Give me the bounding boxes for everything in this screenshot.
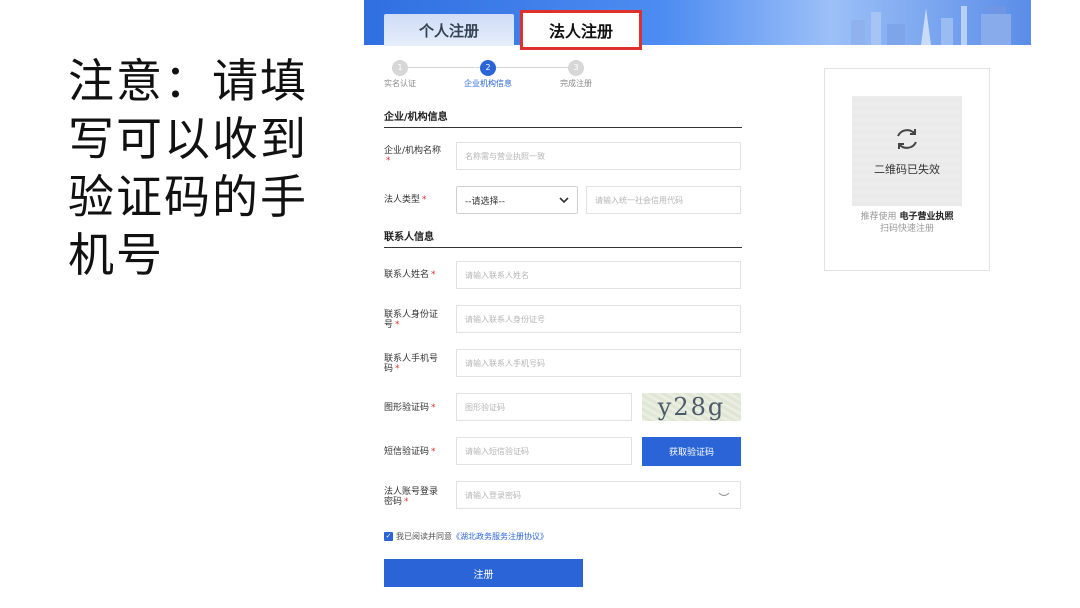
register-button[interactable]: 注册: [384, 559, 583, 587]
image-code-input[interactable]: 图形验证码: [456, 393, 632, 421]
step-label: 实名认证: [384, 79, 416, 88]
contact-id-input[interactable]: 请输入联系人身份证号: [456, 305, 741, 333]
contact-name-label: 联系人姓名 *: [384, 270, 436, 280]
eye-closed-icon[interactable]: [718, 492, 730, 498]
get-sms-code-button[interactable]: 获取验证码: [642, 437, 741, 466]
step-number: 3: [568, 60, 584, 76]
step-complete: 3 完成注册: [552, 60, 600, 89]
step-label: 完成注册: [560, 79, 592, 88]
refresh-icon[interactable]: [893, 125, 921, 153]
password-placeholder: 请输入登录密码: [465, 490, 521, 500]
contact-id-label: 联系人身份证号 *: [384, 310, 439, 330]
section-contact-info: 联系人信息: [384, 228, 742, 248]
sms-code-input[interactable]: 请输入短信验证码: [456, 437, 632, 465]
chevron-down-icon: [559, 196, 569, 203]
password-input[interactable]: 请输入登录密码: [456, 481, 741, 509]
legal-type-select[interactable]: --请选择--: [456, 186, 578, 214]
contact-name-input[interactable]: 请输入联系人姓名: [456, 261, 741, 289]
password-label: 法人账号登录密码 *: [384, 487, 439, 507]
step-number: 1: [392, 60, 408, 76]
agreement-text: 我已阅读并同意: [396, 532, 452, 541]
step-label: 企业机构信息: [464, 79, 512, 88]
legal-type-selected: --请选择--: [465, 196, 505, 207]
org-name-input[interactable]: 名称需与营业执照一致: [456, 142, 741, 170]
org-name-label: 企业/机构名称*: [384, 146, 442, 166]
step-org-info: 2 企业机构信息: [458, 60, 518, 89]
qr-expired-overlay[interactable]: 二维码已失效: [852, 96, 962, 206]
tab-personal-register[interactable]: 个人注册: [384, 14, 514, 46]
qr-status-text: 二维码已失效: [874, 163, 940, 176]
image-code-label: 图形验证码 *: [384, 403, 436, 413]
credit-code-input[interactable]: 请输入统一社会信用代码: [586, 186, 741, 214]
agreement-link[interactable]: 《湖北政务服务注册协议》: [452, 531, 548, 542]
agreement-checkbox[interactable]: ✓: [384, 532, 393, 541]
legal-type-label: 法人类型 *: [384, 195, 427, 205]
contact-phone-label: 联系人手机号码 *: [384, 354, 439, 374]
qr-caption-line2: 扫码快速注册: [879, 224, 934, 234]
step-real-name: 1 实名认证: [378, 60, 422, 89]
step-number: 2: [480, 60, 496, 76]
instruction-note: 注意：请填写可以收到验证码的手机号: [68, 54, 308, 282]
agreement-row: ✓ 我已阅读并同意 《湖北政务服务注册协议》: [384, 531, 548, 542]
captcha-image[interactable]: y28g: [642, 393, 741, 421]
city-skyline-illustration: [851, 6, 1011, 45]
sms-code-label: 短信验证码 *: [384, 447, 436, 457]
tab-legal-register[interactable]: 法人注册: [520, 10, 642, 50]
section-org-info: 企业/机构信息: [384, 108, 742, 128]
contact-phone-input[interactable]: 请输入联系人手机号码: [456, 349, 741, 377]
